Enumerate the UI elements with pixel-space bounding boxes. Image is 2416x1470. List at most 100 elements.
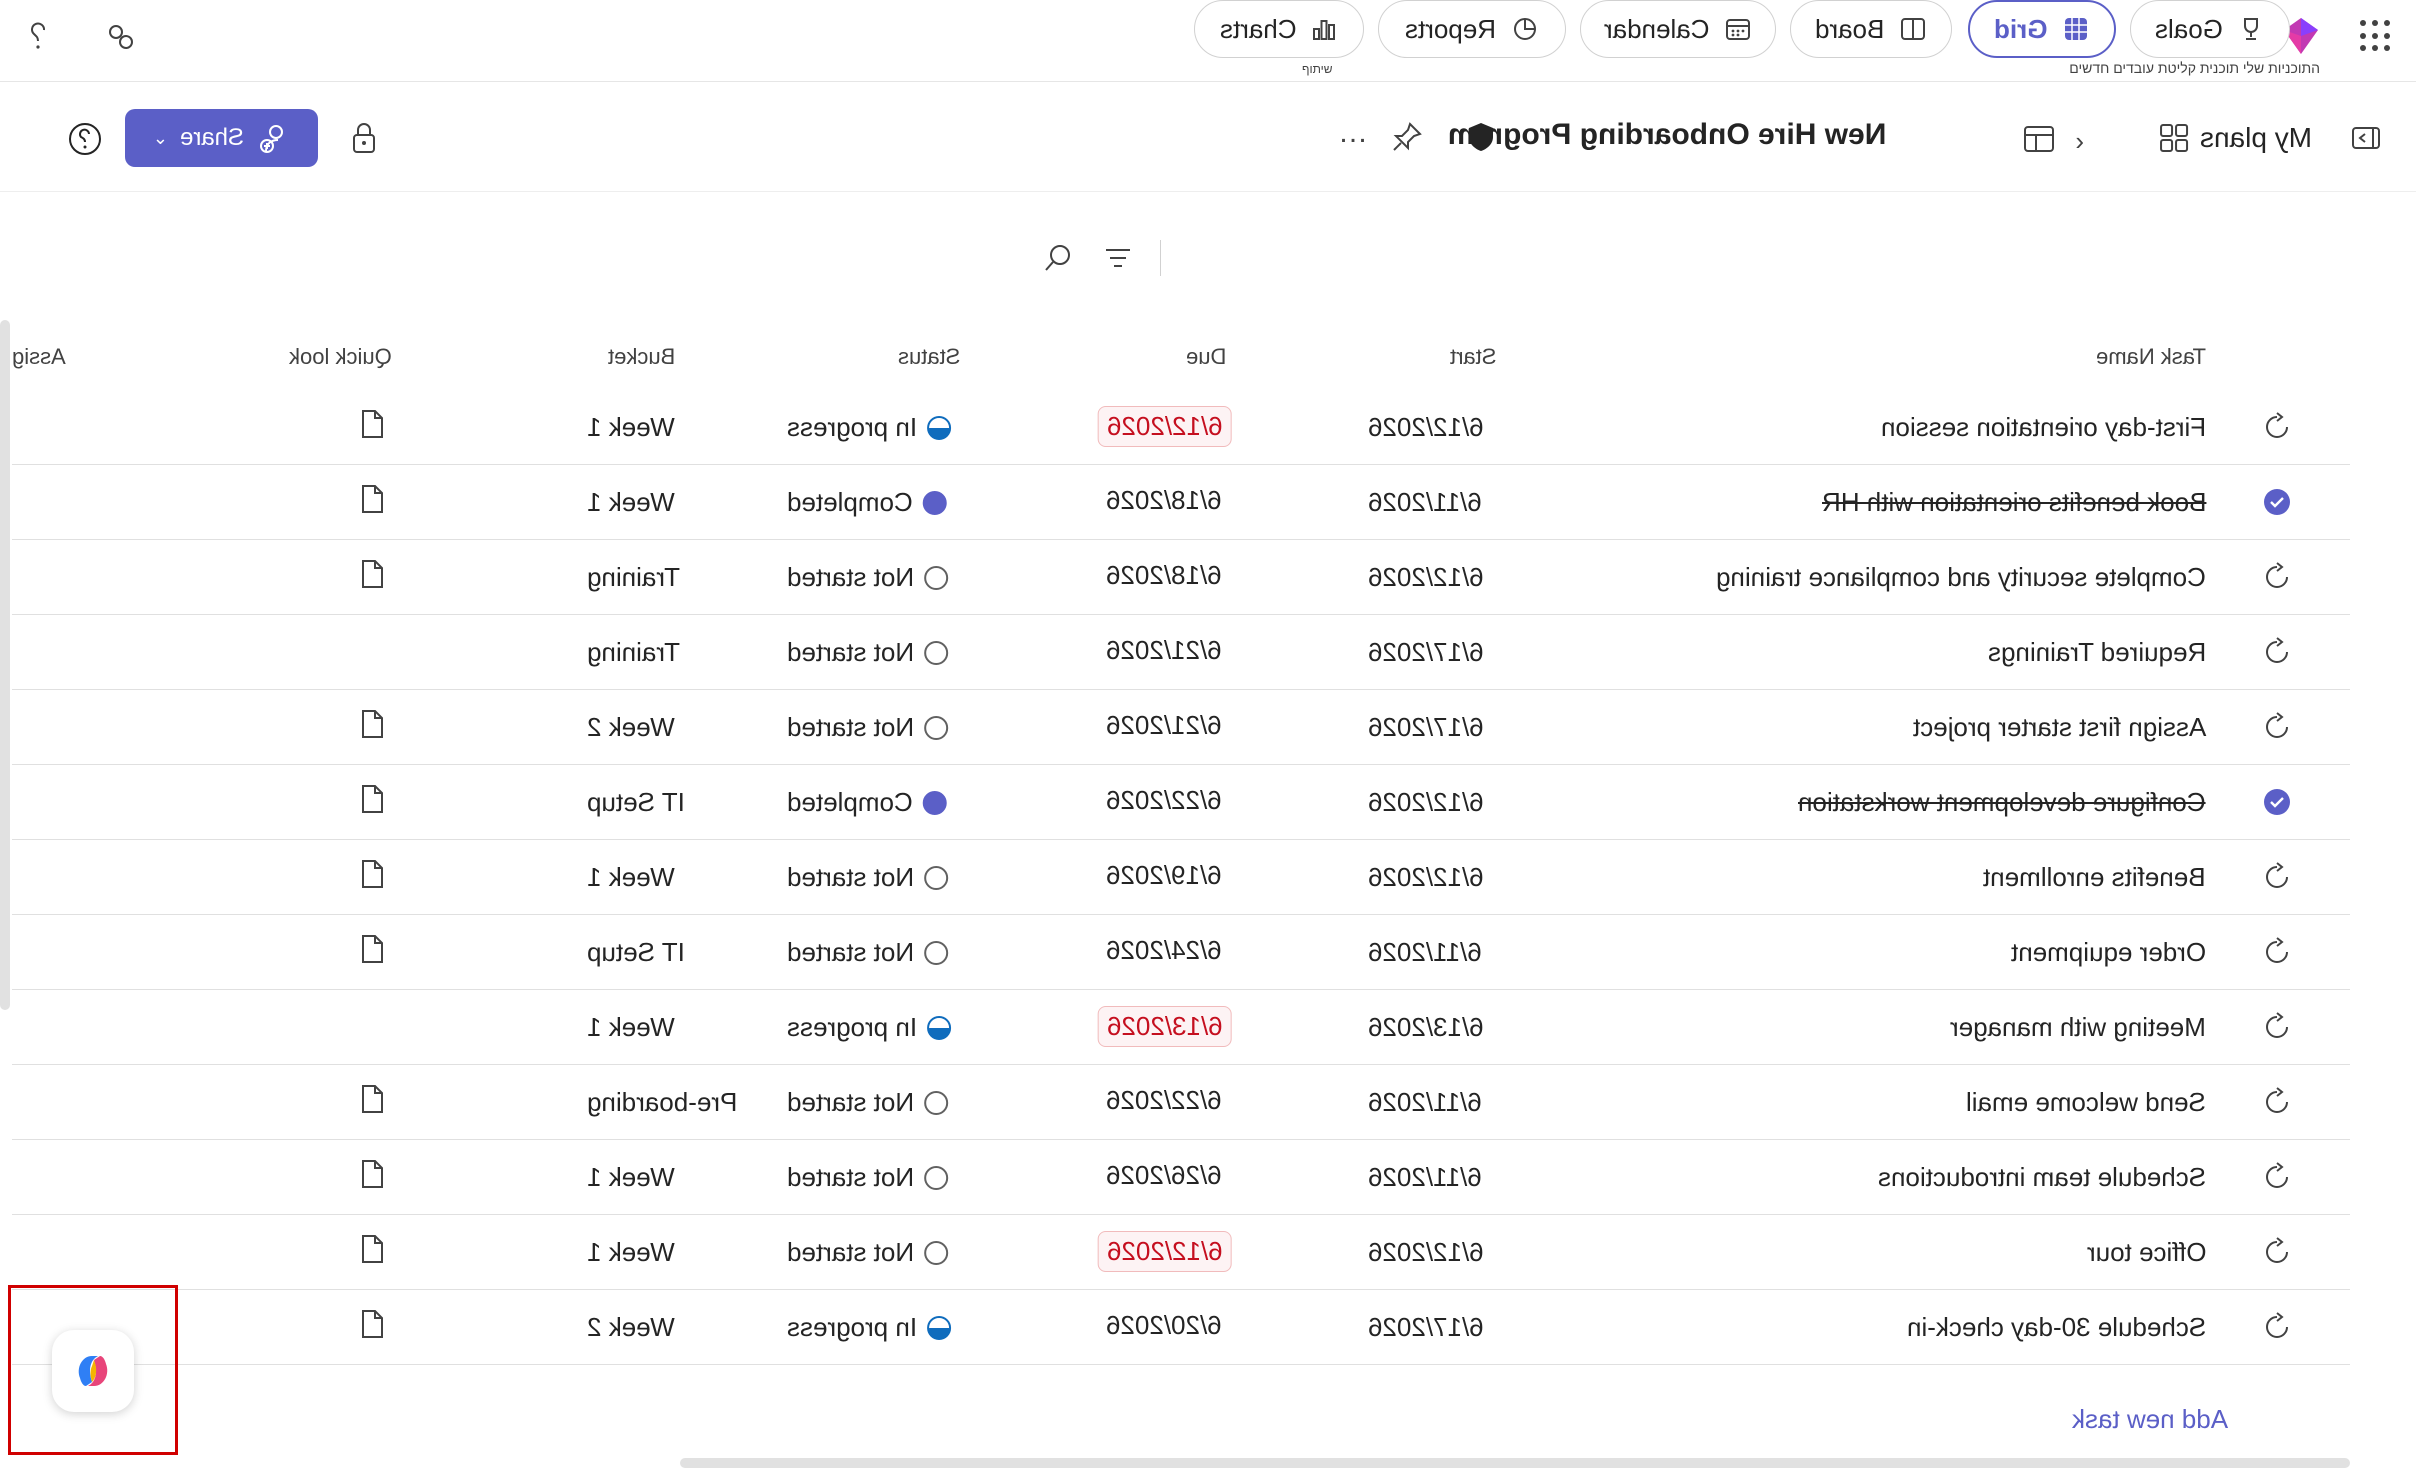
status-cell[interactable]: In progress xyxy=(787,1312,952,1343)
table-row[interactable]: Configure development workstation 6/12/20… xyxy=(12,765,2350,840)
bucket-cell[interactable]: Week 2 xyxy=(587,712,675,743)
quick-look-icon[interactable] xyxy=(358,1233,386,1265)
task-name[interactable]: Required Trainings xyxy=(1988,637,2206,668)
search-icon[interactable] xyxy=(1040,240,1076,276)
my-plans-link[interactable]: My plans xyxy=(2158,122,2312,154)
task-status-icon[interactable] xyxy=(2260,1235,2294,1269)
table-row[interactable]: First-day orientation session 6/12/2026 6/… xyxy=(12,390,2350,465)
status-cell[interactable]: Not started xyxy=(787,637,949,668)
column-header-due[interactable]: Due xyxy=(1186,344,1226,370)
collapse-pane-icon[interactable] xyxy=(2350,122,2382,154)
task-status-icon[interactable] xyxy=(2260,860,2294,894)
breadcrumb-item[interactable]: תוכנית קליטת עובדים חדשים xyxy=(2069,60,2239,76)
vertical-scrollbar[interactable] xyxy=(0,320,10,1010)
table-row[interactable]: Book benefits orientation with HR 6/11/20… xyxy=(12,465,2350,540)
start-date[interactable]: 6/12/2026 xyxy=(1368,412,1484,443)
quick-look-icon[interactable] xyxy=(358,408,386,440)
column-header-bucket[interactable]: Bucket xyxy=(608,344,675,370)
people-icon[interactable] xyxy=(100,18,140,58)
task-status-icon[interactable] xyxy=(2260,635,2294,669)
task-name[interactable]: Benefits enrollment xyxy=(1983,862,2206,893)
task-name[interactable]: Office tour xyxy=(2087,1237,2206,1268)
pin-icon[interactable] xyxy=(1390,120,1424,154)
help-question-icon[interactable] xyxy=(20,18,60,58)
task-name[interactable]: Configure development workstation xyxy=(1798,787,2206,818)
share-button[interactable]: ⌄ Share xyxy=(125,109,318,167)
due-date[interactable]: 6/21/2026 xyxy=(1098,706,1230,745)
bucket-cell[interactable]: Training xyxy=(587,637,680,668)
lock-icon[interactable] xyxy=(346,120,382,156)
start-date[interactable]: 6/12/2026 xyxy=(1368,787,1484,818)
quick-look-icon[interactable] xyxy=(358,858,386,890)
bucket-cell[interactable]: Week 1 xyxy=(587,487,675,518)
quick-look-icon[interactable] xyxy=(358,1083,386,1115)
tab-board[interactable]: Board xyxy=(1790,0,1952,58)
task-name[interactable]: First-day orientation session xyxy=(1881,412,2206,443)
task-name[interactable]: Complete security and compliance trainin… xyxy=(1716,562,2206,593)
task-status-icon[interactable] xyxy=(2260,560,2294,594)
tab-calendar[interactable]: Calendar xyxy=(1580,0,1776,58)
completed-check-icon[interactable] xyxy=(2260,785,2294,819)
completed-check-icon[interactable] xyxy=(2260,485,2294,519)
start-date[interactable]: 6/11/2026 xyxy=(1368,487,1482,518)
start-date[interactable]: 6/17/2026 xyxy=(1368,712,1484,743)
task-status-icon[interactable] xyxy=(2260,1160,2294,1194)
due-date[interactable]: 6/12/2026 xyxy=(1098,406,1232,447)
quick-look-icon[interactable] xyxy=(358,483,386,515)
tab-goals[interactable]: Goals xyxy=(2130,0,2290,58)
status-cell[interactable]: In progress xyxy=(787,1012,952,1043)
due-date[interactable]: 6/21/2026 xyxy=(1098,631,1230,670)
column-header-status[interactable]: Status xyxy=(898,344,960,370)
task-status-icon[interactable] xyxy=(2260,935,2294,969)
table-row[interactable]: Schedule team introductions 6/11/2026 6/26… xyxy=(12,1140,2350,1215)
status-cell[interactable]: Not started xyxy=(787,1087,949,1118)
breadcrumb-item[interactable]: התוכניות שלי xyxy=(2243,60,2320,76)
table-row[interactable]: Schedule 30-day check-in 6/17/2026 6/20/20… xyxy=(12,1290,2350,1365)
help-circle-icon[interactable] xyxy=(66,120,104,158)
status-cell[interactable]: Completed xyxy=(787,487,947,518)
bucket-cell[interactable]: IT Setup xyxy=(587,787,685,818)
table-row[interactable]: Assign first starter project 6/17/2026 6/2… xyxy=(12,690,2350,765)
bucket-cell[interactable]: IT Setup xyxy=(587,937,685,968)
task-status-icon[interactable] xyxy=(2260,1085,2294,1119)
filter-icon[interactable] xyxy=(1100,240,1136,276)
more-options-icon[interactable]: … xyxy=(1338,116,1370,150)
bucket-cell[interactable]: Week 1 xyxy=(587,1237,675,1268)
status-cell[interactable]: Not started xyxy=(787,1237,949,1268)
tab-charts[interactable]: Charts xyxy=(1194,0,1364,58)
bucket-cell[interactable]: Week 1 xyxy=(587,412,675,443)
quick-look-icon[interactable] xyxy=(358,1308,386,1340)
table-row[interactable]: Required Trainings 6/17/2026 6/21/2026 Trai… xyxy=(12,615,2350,690)
start-date[interactable]: 6/12/2026 xyxy=(1368,1237,1484,1268)
shield-icon[interactable] xyxy=(1464,120,1498,154)
table-row[interactable]: Order equipment 6/11/2026 6/24/2026 IT Setu… xyxy=(12,915,2350,990)
task-status-icon[interactable] xyxy=(2260,1310,2294,1344)
quick-look-icon[interactable] xyxy=(358,558,386,590)
start-date[interactable]: 6/11/2026 xyxy=(1368,937,1482,968)
task-name[interactable]: Meeting with manager xyxy=(1950,1012,2206,1043)
due-date[interactable]: 6/19/2026 xyxy=(1098,856,1230,895)
task-name[interactable]: Send welcome email xyxy=(1966,1087,2206,1118)
bucket-cell[interactable]: Training xyxy=(587,562,680,593)
bucket-cell[interactable]: Week 1 xyxy=(587,1162,675,1193)
table-row[interactable]: Benefits enrollment 6/12/2026 6/19/2026 Wee… xyxy=(12,840,2350,915)
start-date[interactable]: 6/13/2026 xyxy=(1368,1012,1484,1043)
quick-look-icon[interactable] xyxy=(358,708,386,740)
column-header-quick-look[interactable]: Quick look xyxy=(289,344,392,370)
horizontal-scrollbar[interactable] xyxy=(680,1458,2350,1468)
table-row[interactable]: Complete security and compliance trainin… xyxy=(12,540,2350,615)
status-cell[interactable]: Not started xyxy=(787,712,949,743)
table-row[interactable]: Meeting with manager 6/13/2026 6/13/2026 We… xyxy=(12,990,2350,1065)
start-date[interactable]: 6/12/2026 xyxy=(1368,562,1484,593)
due-date[interactable]: 6/26/2026 xyxy=(1098,1156,1230,1195)
quick-look-icon[interactable] xyxy=(358,783,386,815)
status-cell[interactable]: In progress xyxy=(787,412,952,443)
status-cell[interactable]: Not started xyxy=(787,937,949,968)
bucket-cell[interactable]: Week 1 xyxy=(587,862,675,893)
start-date[interactable]: 6/11/2026 xyxy=(1368,1087,1482,1118)
bucket-cell[interactable]: Week 2 xyxy=(587,1312,675,1343)
table-row[interactable]: Send welcome email 6/11/2026 6/22/2026 Pre-… xyxy=(12,1065,2350,1140)
bucket-cell[interactable]: Pre-boarding xyxy=(587,1087,737,1118)
bucket-cell[interactable]: Week 1 xyxy=(587,1012,675,1043)
column-header-task-name[interactable]: Task Name xyxy=(2096,344,2206,370)
